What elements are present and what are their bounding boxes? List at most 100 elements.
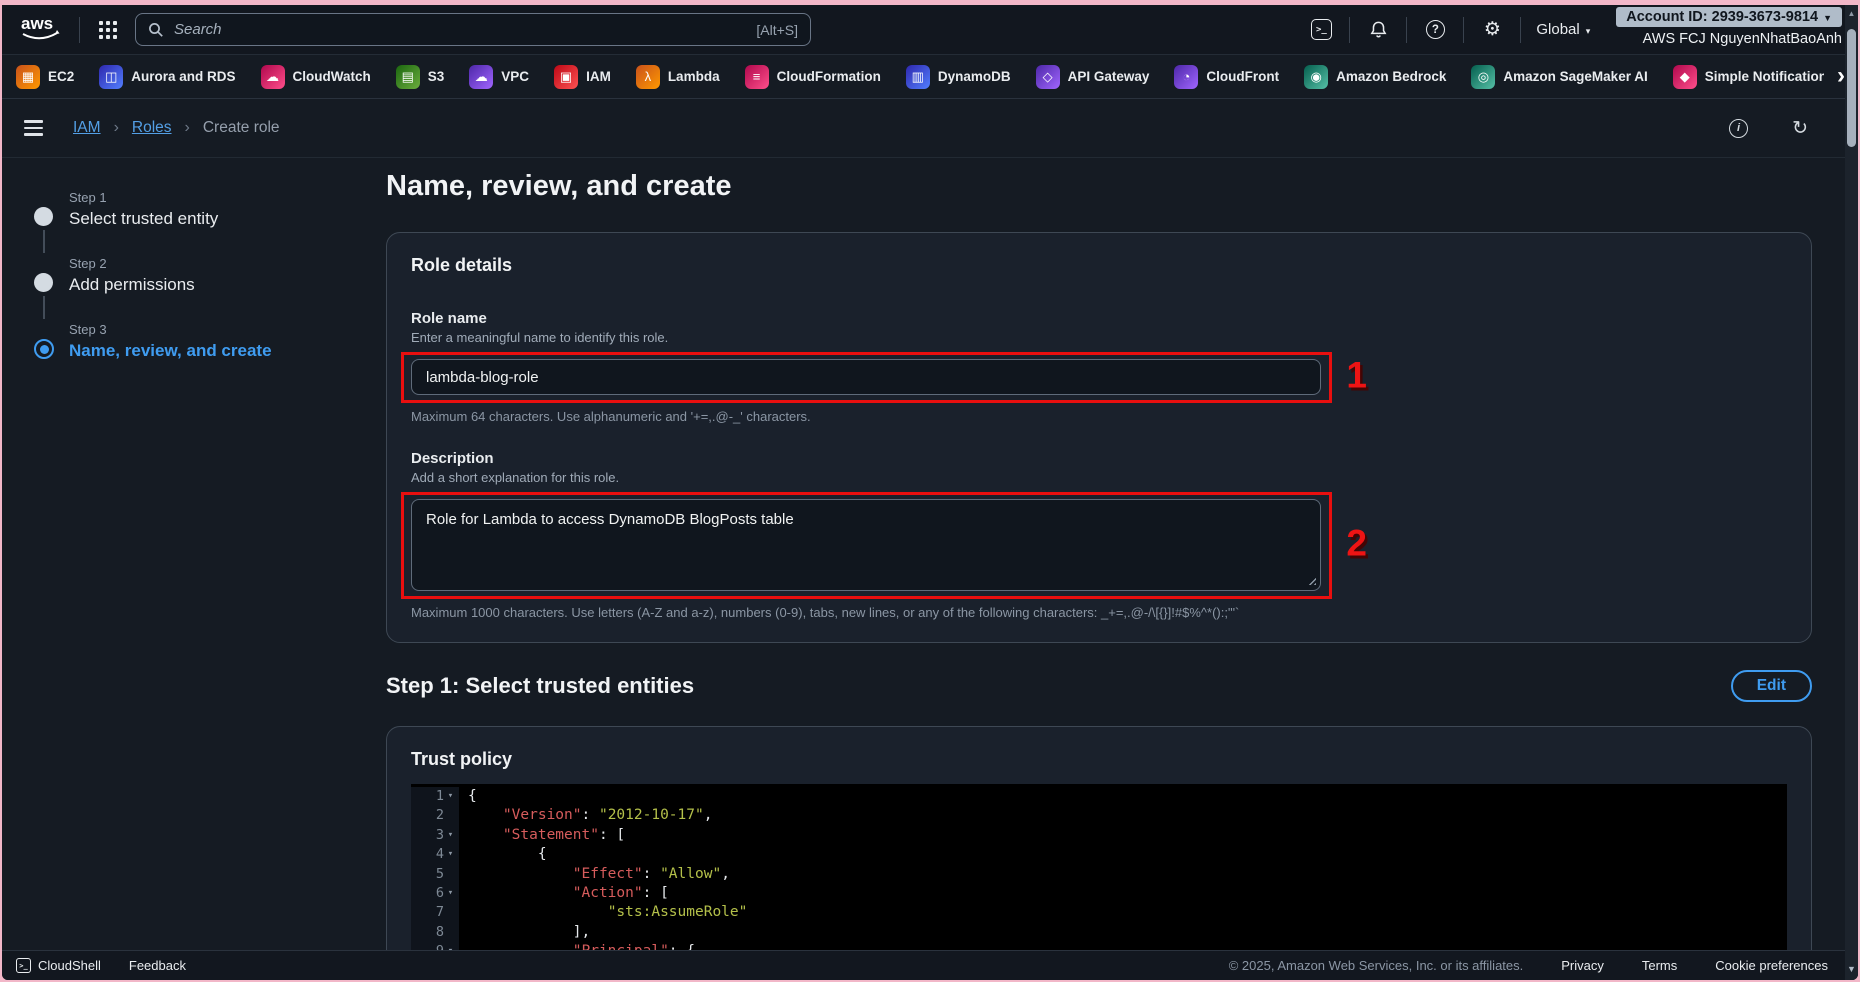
cloudshell-icon[interactable]: >_ (1308, 17, 1334, 43)
code-line-7: 7▾ "sts:AssumeRole" (411, 903, 1787, 922)
service-label: CloudFormation (777, 69, 881, 84)
wizard-step-2[interactable]: Step 2 Add permissions (34, 256, 302, 295)
line-number: 6▾ (411, 884, 459, 903)
service-shortcut-iam[interactable]: ▣IAM (554, 65, 611, 89)
footer-feedback[interactable]: Feedback (129, 958, 186, 973)
fold-caret-icon[interactable]: ▾ (444, 884, 457, 903)
step-label: Step 2 (69, 256, 302, 271)
account-id-chip[interactable]: Account ID: 2939-3673-9814▼ (1616, 7, 1842, 27)
account-block: Account ID: 2939-3673-9814▼ AWS FCJ Nguy… (1616, 7, 1842, 47)
service-label: IAM (586, 69, 611, 84)
service-shortcut-aurora-and-rds[interactable]: ◫Aurora and RDS (99, 65, 235, 89)
aws-logo[interactable]: aws (18, 12, 64, 49)
wizard-step-3[interactable]: Step 3Name, review, and create (34, 322, 302, 361)
service-shortcut-dynamodb[interactable]: ▥DynamoDB (906, 65, 1011, 89)
scroll-up-arrow-icon[interactable]: ▲ (1845, 9, 1858, 18)
search-shortcut: [Alt+S] (756, 22, 798, 38)
service-shortcut-cloudfront[interactable]: ◔CloudFront (1174, 65, 1279, 89)
fold-caret-icon[interactable]: ▾ (444, 787, 457, 806)
wizard-step-1[interactable]: Step 1Select trusted entity (34, 190, 302, 229)
fold-caret-icon[interactable]: ▾ (444, 826, 457, 845)
service-label: EC2 (48, 69, 74, 84)
code-text: "sts:AssumeRole" (459, 903, 747, 922)
service-shortcut-api-gateway[interactable]: ◇API Gateway (1036, 65, 1150, 89)
footer-cloudshell[interactable]: >_ CloudShell (16, 958, 101, 973)
role-name-hint: Enter a meaningful name to identify this… (411, 330, 1787, 345)
code-text: "Action": [ (459, 884, 669, 903)
description-field: Description Add a short explanation for … (411, 450, 1787, 620)
trusted-entities-section-head: Step 1: Select trusted entities Edit (386, 670, 1812, 702)
region-selector[interactable]: Global▾ (1536, 21, 1590, 38)
role-name-input-wrap: 1 (411, 359, 1321, 395)
history-refresh-icon[interactable]: ↻ (1792, 117, 1808, 140)
footer-right: © 2025, Amazon Web Services, Inc. or its… (1229, 958, 1828, 973)
annotation-number-2: 2 (1346, 522, 1367, 564)
step-title: Name, review, and create (69, 341, 302, 361)
settings-gear-icon[interactable]: ⚙ (1479, 17, 1505, 43)
search-input[interactable]: Search [Alt+S] (135, 13, 811, 46)
footer-link-terms[interactable]: Terms (1642, 958, 1677, 973)
code-line-6: 6▾ "Action": [ (411, 884, 1787, 903)
code-line-1: 1▾{ (411, 787, 1787, 806)
step-title: Add permissions (69, 275, 302, 295)
service-shortcut-s3[interactable]: ▤S3 (396, 65, 445, 89)
apps-grid-icon[interactable] (95, 17, 121, 43)
screen-frame: aws Search [Alt+S] >_ (0, 0, 1860, 982)
line-number: 4▾ (411, 845, 459, 864)
content-row: Step 1Select trusted entity Step 2 Add per… (2, 158, 1858, 980)
breadcrumb-link-roles[interactable]: Roles (132, 119, 172, 137)
search-icon (148, 22, 164, 38)
search-placeholder: Search (174, 21, 222, 38)
service-shortcut-cloudformation[interactable]: ≡CloudFormation (745, 65, 881, 89)
vertical-scrollbar[interactable]: ▲ ▼ (1845, 5, 1858, 980)
description-textarea[interactable]: Role for Lambda to access DynamoDB BlogP… (411, 499, 1321, 591)
description-input-wrap: Role for Lambda to access DynamoDB BlogP… (411, 499, 1321, 591)
footer-link-cookie-preferences[interactable]: Cookie preferences (1715, 958, 1828, 973)
service-shortcut-amazon-sagemaker-ai[interactable]: ◎ Amazon SageMaker AI (1471, 65, 1647, 89)
step-circle-icon (34, 273, 53, 292)
dynamodb-icon: ▥ (906, 65, 930, 89)
notifications-bell-icon[interactable] (1365, 17, 1391, 43)
wizard-steps-sidebar: Step 1Select trusted entity Step 2 Add per… (2, 158, 302, 980)
chevron-down-icon: ▼ (1823, 13, 1832, 23)
service-label: CloudFront (1206, 69, 1279, 84)
role-name-input[interactable] (411, 359, 1321, 395)
aws-logo-svg: aws (18, 12, 64, 44)
hamburger-menu-icon[interactable] (22, 116, 45, 139)
service-label: Lambda (668, 69, 720, 84)
service-label: Amazon SageMaker AI (1503, 69, 1647, 84)
service-label: Aurora and RDS (131, 69, 235, 84)
code-text: "Version": "2012-10-17", (459, 806, 712, 825)
line-number: 8▾ (411, 923, 459, 942)
service-shortcut-cloudwatch[interactable]: ☁CloudWatch (261, 65, 371, 89)
page-title: Name, review, and create (386, 170, 1812, 203)
service-shortcut-vpc[interactable]: ☁VPC (469, 65, 529, 89)
footer-link-privacy[interactable]: Privacy (1561, 958, 1604, 973)
breadcrumb-right-tools: i ↻ (1729, 117, 1838, 140)
role-name-constraint: Maximum 64 characters. Use alphanumeric … (411, 409, 1787, 424)
main-content: Name, review, and create Role details Ro… (302, 158, 1858, 980)
amazon-sagemaker-ai-icon: ◎ (1471, 65, 1495, 89)
breadcrumb-link-iam[interactable]: IAM (73, 119, 101, 137)
help-icon[interactable]: ? (1422, 17, 1448, 43)
topbar-right: >_ ? ⚙ Global▾ Account (1308, 13, 1842, 47)
bell-glyph (1369, 20, 1388, 40)
region-label: Global (1536, 21, 1579, 38)
divider (79, 17, 80, 43)
scrollbar-thumb[interactable] (1847, 29, 1856, 147)
scroll-down-arrow-icon[interactable]: ▼ (1845, 964, 1858, 974)
amazon-bedrock-icon: ◉ (1304, 65, 1328, 89)
line-number: 3▾ (411, 826, 459, 845)
services-favorites-bar: ▦EC2 ◫Aurora and RDS ☁CloudWatch ▤S3 ☁VPC ▣IA… (2, 55, 1858, 99)
description-constraint: Maximum 1000 characters. Use letters (A-… (411, 605, 1787, 620)
service-shortcut-amazon-bedrock[interactable]: ◉Amazon Bedrock (1304, 65, 1446, 89)
service-shortcut-simple-notification-se[interactable]: ◆Simple Notification Se (1673, 65, 1848, 89)
trust-policy-title: Trust policy (411, 749, 1787, 770)
role-details-card: Role details Role name Enter a meaningfu… (386, 232, 1812, 643)
service-shortcut-lambda[interactable]: λLambda (636, 65, 720, 89)
edit-button[interactable]: Edit (1731, 670, 1812, 702)
fold-caret-icon[interactable]: ▾ (444, 845, 457, 864)
code-text: ], (459, 923, 590, 942)
service-shortcut-ec2[interactable]: ▦EC2 (16, 65, 74, 89)
info-icon[interactable]: i (1729, 119, 1748, 138)
